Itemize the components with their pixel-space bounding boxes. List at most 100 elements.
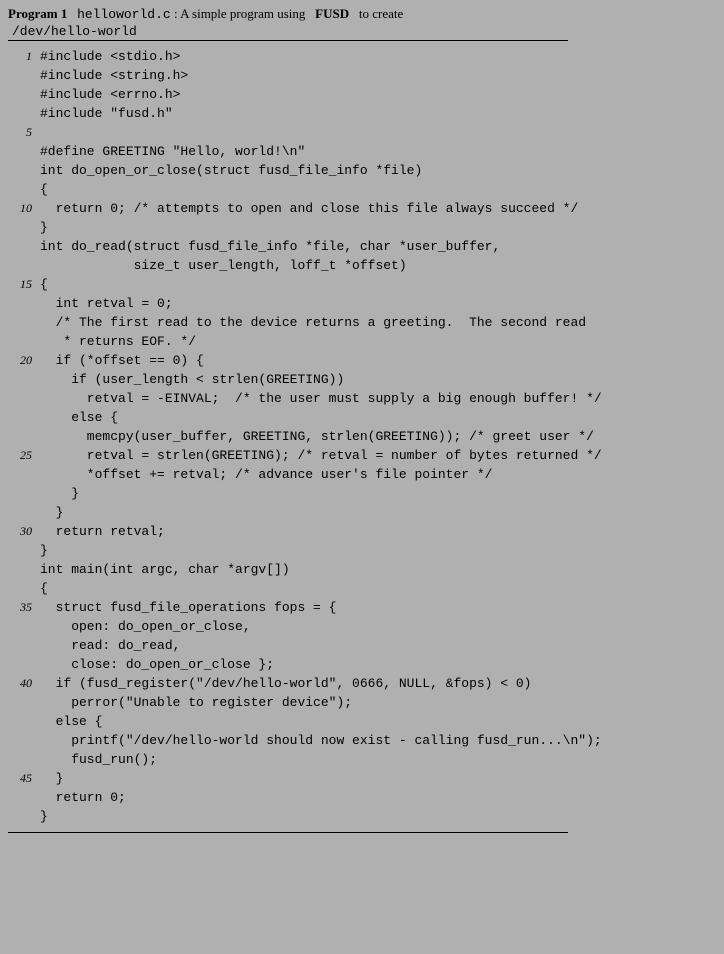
code-line: } xyxy=(8,807,716,826)
desc-pre: : A simple program using xyxy=(174,6,305,21)
line-number xyxy=(8,237,40,256)
line-number xyxy=(8,560,40,579)
line-number xyxy=(8,332,40,351)
code-line: size_t user_length, loff_t *offset) xyxy=(8,256,716,275)
code-text: if (user_length < strlen(GREETING)) xyxy=(40,370,716,389)
desc-post: to create xyxy=(359,6,403,21)
line-number: 20 xyxy=(8,351,40,370)
line-number xyxy=(8,370,40,389)
filename: helloworld.c xyxy=(77,7,171,22)
code-line: memcpy(user_buffer, GREETING, strlen(GRE… xyxy=(8,427,716,446)
code-line: 1#include <stdio.h> xyxy=(8,47,716,66)
code-text: /* The first read to the device returns … xyxy=(40,313,716,332)
fusd-label: FUSD xyxy=(315,6,349,21)
line-number xyxy=(8,541,40,560)
line-number: 30 xyxy=(8,522,40,541)
line-number xyxy=(8,294,40,313)
line-number xyxy=(8,104,40,123)
code-text: size_t user_length, loff_t *offset) xyxy=(40,256,716,275)
code-text: #define GREETING "Hello, world!\n" xyxy=(40,142,716,161)
code-text: { xyxy=(40,579,716,598)
code-text: #include <errno.h> xyxy=(40,85,716,104)
line-number xyxy=(8,617,40,636)
code-line: int main(int argc, char *argv[]) xyxy=(8,560,716,579)
code-line: #include "fusd.h" xyxy=(8,104,716,123)
code-text: } xyxy=(40,769,716,788)
code-line: return 0; xyxy=(8,788,716,807)
code-listing: 1#include <stdio.h>#include <string.h>#i… xyxy=(8,43,716,826)
line-number xyxy=(8,256,40,275)
code-line: 10 return 0; /* attempts to open and clo… xyxy=(8,199,716,218)
line-number: 1 xyxy=(8,47,40,66)
code-line: } xyxy=(8,218,716,237)
line-number xyxy=(8,750,40,769)
line-number xyxy=(8,503,40,522)
code-text: } xyxy=(40,503,716,522)
line-number xyxy=(8,731,40,750)
code-text: close: do_open_or_close }; xyxy=(40,655,716,674)
code-line: #include <string.h> xyxy=(8,66,716,85)
code-line: { xyxy=(8,180,716,199)
code-line: 20 if (*offset == 0) { xyxy=(8,351,716,370)
code-text: return retval; xyxy=(40,522,716,541)
line-number xyxy=(8,465,40,484)
line-number xyxy=(8,408,40,427)
code-line: else { xyxy=(8,408,716,427)
line-number: 35 xyxy=(8,598,40,617)
code-line: perror("Unable to register device"); xyxy=(8,693,716,712)
code-text xyxy=(40,123,716,142)
code-line: else { xyxy=(8,712,716,731)
code-line: *offset += retval; /* advance user's fil… xyxy=(8,465,716,484)
line-number: 10 xyxy=(8,199,40,218)
code-text: if (*offset == 0) { xyxy=(40,351,716,370)
code-text: int retval = 0; xyxy=(40,294,716,313)
line-number: 45 xyxy=(8,769,40,788)
code-text: return 0; /* attempts to open and close … xyxy=(40,199,716,218)
dev-path: /dev/hello-world xyxy=(8,24,716,39)
line-number xyxy=(8,161,40,180)
code-line: * returns EOF. */ xyxy=(8,332,716,351)
line-number xyxy=(8,66,40,85)
line-number xyxy=(8,712,40,731)
code-line: retval = -EINVAL; /* the user must suppl… xyxy=(8,389,716,408)
line-number xyxy=(8,142,40,161)
line-number xyxy=(8,788,40,807)
code-line: fusd_run(); xyxy=(8,750,716,769)
code-text: retval = strlen(GREETING); /* retval = n… xyxy=(40,446,716,465)
code-text: { xyxy=(40,275,716,294)
line-number: 40 xyxy=(8,674,40,693)
code-text: int do_open_or_close(struct fusd_file_in… xyxy=(40,161,716,180)
code-text: } xyxy=(40,541,716,560)
code-text: else { xyxy=(40,408,716,427)
code-text: if (fusd_register("/dev/hello-world", 06… xyxy=(40,674,716,693)
code-text: *offset += retval; /* advance user's fil… xyxy=(40,465,716,484)
listing-header: Program 1 helloworld.c : A simple progra… xyxy=(8,4,716,24)
code-line: int retval = 0; xyxy=(8,294,716,313)
line-number xyxy=(8,313,40,332)
code-line: #define GREETING "Hello, world!\n" xyxy=(8,142,716,161)
code-line: int do_read(struct fusd_file_info *file,… xyxy=(8,237,716,256)
divider-bottom xyxy=(8,832,568,833)
code-line: read: do_read, xyxy=(8,636,716,655)
line-number xyxy=(8,636,40,655)
code-text: int do_read(struct fusd_file_info *file,… xyxy=(40,237,716,256)
code-text: return 0; xyxy=(40,788,716,807)
code-line: 40 if (fusd_register("/dev/hello-world",… xyxy=(8,674,716,693)
code-text: #include "fusd.h" xyxy=(40,104,716,123)
code-line: 45 } xyxy=(8,769,716,788)
code-text: { xyxy=(40,180,716,199)
code-line: open: do_open_or_close, xyxy=(8,617,716,636)
code-text: printf("/dev/hello-world should now exis… xyxy=(40,731,716,750)
code-line: if (user_length < strlen(GREETING)) xyxy=(8,370,716,389)
code-line: /* The first read to the device returns … xyxy=(8,313,716,332)
line-number xyxy=(8,655,40,674)
line-number xyxy=(8,579,40,598)
code-text: } xyxy=(40,807,716,826)
code-text: * returns EOF. */ xyxy=(40,332,716,351)
code-line: int do_open_or_close(struct fusd_file_in… xyxy=(8,161,716,180)
line-number xyxy=(8,427,40,446)
line-number xyxy=(8,389,40,408)
code-line: 30 return retval; xyxy=(8,522,716,541)
code-line: printf("/dev/hello-world should now exis… xyxy=(8,731,716,750)
code-text: else { xyxy=(40,712,716,731)
